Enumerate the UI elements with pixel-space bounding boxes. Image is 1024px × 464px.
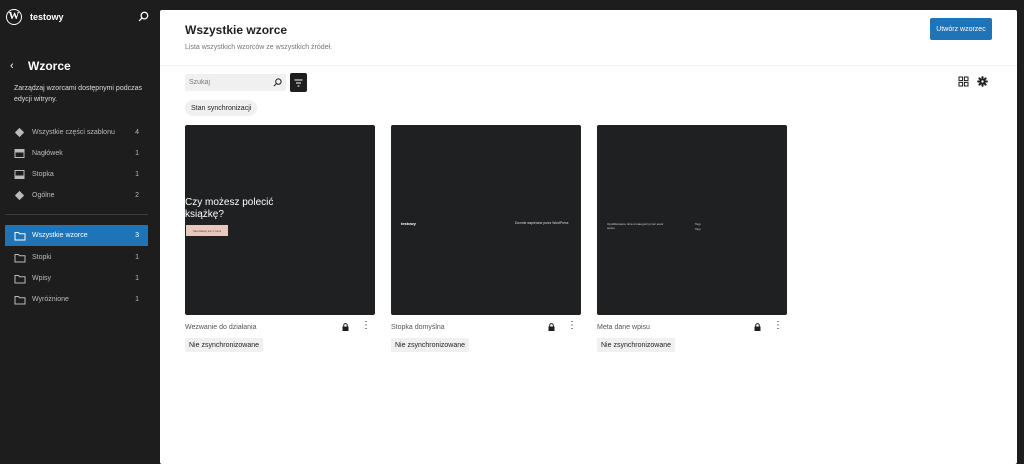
sync-badge: Nie zsynchronizowane: [597, 338, 676, 352]
more-actions-icon[interactable]: ⋮: [773, 321, 783, 333]
sync-status-filter[interactable]: Stan synchronizacji: [185, 100, 258, 116]
sidebar-description: Zarządzaj wzorcami dostępnymi podczas ed…: [14, 85, 142, 103]
sidebar-item-footers[interactable]: Stopki 1: [5, 247, 148, 268]
lock-icon: [342, 323, 349, 331]
pattern-preview[interactable]: testowy Dumnie wspierane przez WordPress: [391, 125, 581, 315]
sidebar-item-count: 1: [135, 254, 139, 261]
page-description: Lista wszystkich wzorców ze wszystkich ź…: [185, 44, 333, 51]
lock-icon: [548, 323, 555, 331]
preview-button: Skontaktuj się z nami: [186, 225, 228, 236]
site-hub: W testowy: [0, 0, 160, 34]
sidebar-item-count: 1: [135, 296, 139, 303]
search-field: [185, 74, 286, 91]
search-icon[interactable]: [138, 11, 149, 22]
sidebar-item-all-template-parts[interactable]: Wszystkie części szablonu 4: [5, 122, 148, 143]
sidebar-divider: [5, 214, 148, 215]
sidebar-item-label: Wyróżnione: [32, 296, 69, 303]
sidebar-item-count: 1: [135, 150, 139, 157]
symbol-icon: [14, 127, 30, 138]
search-input[interactable]: [189, 74, 269, 91]
sidebar-item-label: Wpisy: [32, 275, 52, 282]
folder-icon: [14, 231, 30, 241]
lock-icon: [754, 323, 761, 331]
pattern-title[interactable]: Stopka domyślna: [391, 324, 445, 331]
gear-icon[interactable]: [977, 76, 988, 87]
preview-meta-tags: Tagi Tagi: [695, 222, 701, 231]
grid-view-icon[interactable]: [958, 76, 969, 87]
wordpress-logo-icon[interactable]: W: [6, 9, 22, 25]
sidebar-item-count: 1: [135, 171, 139, 178]
sidebar-item-label: Wszystkie wzorce: [32, 232, 88, 239]
more-actions-icon[interactable]: ⋮: [567, 321, 577, 333]
more-actions-icon[interactable]: ⋮: [361, 321, 371, 333]
preview-meta-text: Opublikowano dnia w kategorii przez auto…: [607, 222, 664, 230]
sidebar-item-posts[interactable]: Wpisy 1: [5, 268, 148, 289]
site-name[interactable]: testowy: [30, 12, 64, 22]
sidebar-item-label: Nagłówek: [32, 150, 63, 157]
filter-button[interactable]: [290, 73, 307, 92]
sidebar-item-count: 2: [135, 192, 139, 199]
pattern-preview[interactable]: Czy możesz polecić książkę? Skontaktuj s…: [185, 125, 375, 315]
pattern-title[interactable]: Wezwanie do działania: [185, 324, 256, 331]
footer-icon: [14, 169, 30, 180]
filter-icon: [294, 79, 303, 86]
sidebar-item-count: 1: [135, 275, 139, 282]
symbol-icon: [14, 190, 30, 201]
sidebar-item-footer[interactable]: Stopka 1: [5, 164, 148, 185]
sidebar-item-all-patterns[interactable]: Wszystkie wzorce 3: [5, 225, 148, 246]
sidebar-item-label: Ogólne: [32, 192, 55, 199]
sync-badge: Nie zsynchronizowane: [185, 338, 264, 352]
preview-site-name: testowy: [401, 221, 416, 226]
create-pattern-button[interactable]: Utwórz wzorzec: [930, 18, 992, 40]
sidebar-item-count: 3: [135, 232, 139, 239]
sidebar-item-featured[interactable]: Wyróżnione 1: [5, 289, 148, 310]
pattern-preview[interactable]: Opublikowano dnia w kategorii przez auto…: [597, 125, 787, 315]
preview-credit: Dumnie wspierane przez WordPress: [515, 221, 569, 225]
sidebar-item-label: Stopki: [32, 254, 52, 261]
chevron-left-icon[interactable]: ‹: [10, 60, 18, 72]
sidebar-item-header[interactable]: Nagłówek 1: [5, 143, 148, 164]
folder-icon: [14, 253, 30, 263]
folder-icon: [14, 295, 30, 305]
sync-badge: Nie zsynchronizowane: [391, 338, 470, 352]
header-icon: [14, 148, 30, 159]
search-icon: [273, 78, 282, 87]
preview-heading: Czy możesz polecić książkę?: [185, 197, 274, 220]
sidebar-item-general[interactable]: Ogólne 2: [5, 185, 148, 206]
page-title: Wszystkie wzorce: [185, 23, 288, 37]
sidebar: W testowy ‹ Wzorce Zarządzaj wzorcami do…: [0, 0, 160, 464]
pattern-title[interactable]: Meta dane wpisu: [597, 324, 650, 331]
sidebar-item-count: 4: [135, 129, 139, 136]
sidebar-title: Wzorce: [28, 59, 71, 73]
main-panel: Wszystkie wzorce Lista wszystkich wzorcó…: [160, 10, 1017, 464]
sidebar-item-label: Wszystkie części szablonu: [32, 129, 115, 136]
page-header: Wszystkie wzorce Lista wszystkich wzorcó…: [160, 10, 1017, 66]
folder-icon: [14, 274, 30, 284]
sidebar-item-label: Stopka: [32, 171, 54, 178]
